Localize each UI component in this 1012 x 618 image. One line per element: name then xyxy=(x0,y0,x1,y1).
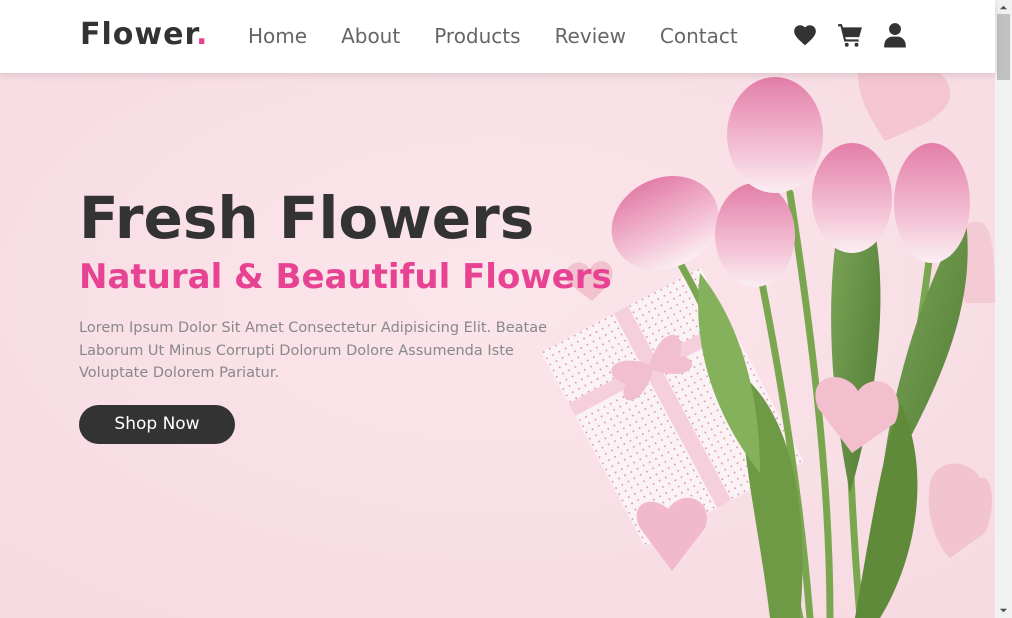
site-header: Flower. Home About Products Review Conta… xyxy=(0,0,995,73)
nav-products[interactable]: Products xyxy=(434,22,520,50)
nav-contact[interactable]: Contact xyxy=(660,22,738,50)
logo[interactable]: Flower. xyxy=(80,17,208,52)
hero-title: Fresh Flowers xyxy=(79,184,535,252)
scrollbar-thumb[interactable] xyxy=(997,14,1010,80)
heart-icon[interactable] xyxy=(792,22,818,48)
hero-description: Lorem Ipsum Dolor Sit Amet Consectetur A… xyxy=(79,320,548,381)
nav-review[interactable]: Review xyxy=(555,22,626,50)
main-nav: Home About Products Review Contact xyxy=(248,22,772,50)
cart-icon[interactable] xyxy=(837,22,863,48)
logo-text: Flower xyxy=(80,17,196,52)
hero-section: Fresh Flowers Natural & Beautiful Flower… xyxy=(0,73,995,618)
nav-about[interactable]: About xyxy=(341,22,400,50)
vertical-scrollbar[interactable] xyxy=(995,0,1012,618)
hero-subtitle: Natural & Beautiful Flowers xyxy=(79,257,612,297)
scroll-up-icon[interactable] xyxy=(999,3,1008,12)
header-icons xyxy=(792,22,908,48)
logo-dot: . xyxy=(195,17,209,52)
hero-content: Fresh Flowers Natural & Beautiful Flower… xyxy=(79,183,612,444)
shop-now-button[interactable]: Shop Now xyxy=(79,404,235,444)
nav-home[interactable]: Home xyxy=(248,22,307,50)
scroll-down-icon[interactable] xyxy=(999,606,1008,615)
user-icon[interactable] xyxy=(882,22,908,48)
